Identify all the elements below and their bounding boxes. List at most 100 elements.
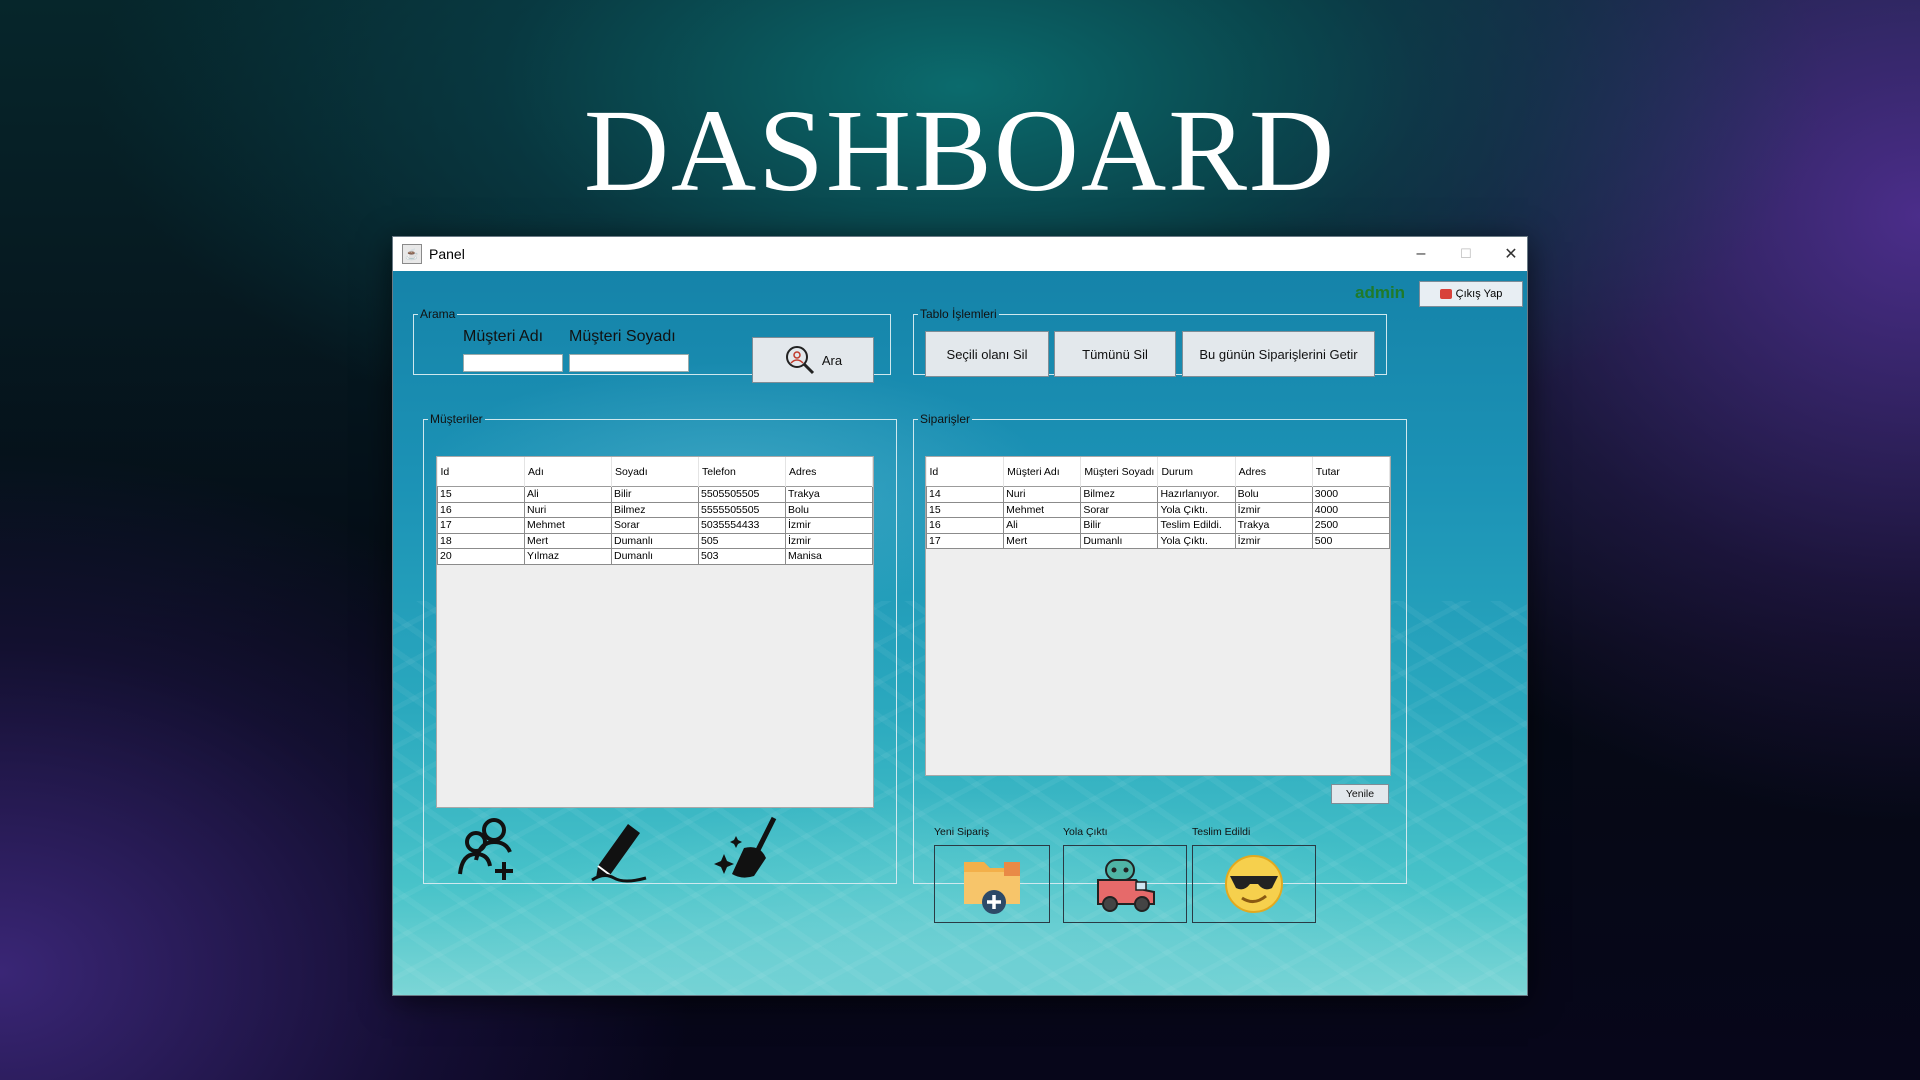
table-cell: Bilir xyxy=(1080,517,1159,534)
table-cell: Trakya xyxy=(1234,517,1313,534)
table-cell: 3000 xyxy=(1311,486,1390,503)
table-row[interactable]: 18 Mert Dumanlı 505 İzmir xyxy=(437,533,873,549)
table-cell: 5505505505 xyxy=(698,486,786,503)
table-cell: 503 xyxy=(698,548,786,565)
orders-col-customer-name[interactable]: Müşteri Adı xyxy=(1003,457,1082,487)
search-icon xyxy=(785,346,814,375)
pencil-icon xyxy=(591,824,647,883)
table-cell: 15 xyxy=(926,502,1005,518)
new-order-button[interactable] xyxy=(934,845,1050,923)
table-cell: Sorar xyxy=(1080,502,1159,518)
table-row[interactable]: 16 Nuri Bilmez 5555505505 Bolu xyxy=(437,502,873,518)
broom-icon xyxy=(714,816,777,878)
orders-table[interactable]: Id Müşteri Adı Müşteri Soyadı Durum Adre… xyxy=(925,456,1391,776)
first-name-label: Müşteri Adı xyxy=(463,328,544,345)
table-cell: Manisa xyxy=(785,548,873,565)
logout-label: Çıkış Yap xyxy=(1455,288,1503,300)
fetch-today-orders-button[interactable]: Bu günün Siparişlerini Getir xyxy=(1182,331,1375,377)
table-cell: Trakya xyxy=(785,486,873,503)
orders-col-amount[interactable]: Tutar xyxy=(1312,457,1390,487)
customers-legend: Müşteriler xyxy=(430,412,483,426)
table-cell: Nuri xyxy=(1003,486,1082,503)
orders-col-id[interactable]: Id xyxy=(926,457,1005,487)
table-cell: 5035554433 xyxy=(698,517,786,534)
folder-add-icon xyxy=(964,862,1020,914)
orders-legend: Siparişler xyxy=(920,412,971,426)
table-cell: Bilmez xyxy=(611,502,699,518)
on-the-way-label: Yola Çıktı xyxy=(1063,826,1108,838)
table-cell: İzmir xyxy=(785,517,873,534)
table-cell: Yola Çıktı. xyxy=(1157,533,1236,549)
window-titlebar[interactable]: ☕ Panel – ☐ ✕ xyxy=(393,237,1527,271)
table-row[interactable]: 15 Ali Bilir 5505505505 Trakya xyxy=(437,486,873,503)
mark-delivered-button[interactable] xyxy=(1192,845,1316,923)
close-button[interactable]: ✕ xyxy=(1483,237,1539,271)
customers-table[interactable]: Id Adı Soyadı Telefon Adres 15 Ali Bilir… xyxy=(436,456,874,808)
table-cell: 17 xyxy=(926,533,1005,549)
last-name-input[interactable] xyxy=(569,354,689,372)
add-user-icon xyxy=(458,818,513,880)
table-cell: 2500 xyxy=(1311,517,1390,534)
exit-icon xyxy=(1439,289,1452,299)
table-cell: Dumanlı xyxy=(611,548,699,565)
table-cell: 505 xyxy=(698,533,786,549)
table-cell: 14 xyxy=(926,486,1005,503)
table-cell: Bolu xyxy=(785,502,873,518)
table-cell: Nuri xyxy=(524,502,612,518)
orders-col-customer-surname[interactable]: Müşteri Soyadı xyxy=(1080,457,1159,487)
first-name-input[interactable] xyxy=(463,354,563,372)
add-customer-button[interactable] xyxy=(449,809,529,889)
refresh-button[interactable]: Yenile xyxy=(1331,784,1389,804)
table-cell: Bolu xyxy=(1234,486,1313,503)
table-row[interactable]: 17 Mehmet Sorar 5035554433 İzmir xyxy=(437,517,873,534)
table-row[interactable]: 17 Mert Dumanlı Yola Çıktı. İzmir 500 xyxy=(926,533,1390,549)
table-row[interactable]: 14 Nuri Bilmez Hazırlanıyor. Bolu 3000 xyxy=(926,486,1390,503)
username-label: admin xyxy=(1355,283,1406,302)
window-title: Panel xyxy=(429,246,465,262)
table-cell: Mehmet xyxy=(1003,502,1082,518)
delete-selected-button[interactable]: Seçili olanı Sil xyxy=(925,331,1049,377)
search-legend: Arama xyxy=(420,307,456,321)
table-cell: Dumanlı xyxy=(611,533,699,549)
table-cell: Bilmez xyxy=(1080,486,1159,503)
table-cell: Yola Çıktı. xyxy=(1157,502,1236,518)
table-cell: Mert xyxy=(524,533,612,549)
table-row[interactable]: 20 Yılmaz Dumanlı 503 Manisa xyxy=(437,548,873,565)
customers-col-id[interactable]: Id xyxy=(437,457,525,487)
table-cell: 16 xyxy=(437,502,525,518)
table-cell: İzmir xyxy=(1234,533,1313,549)
table-row[interactable]: 16 Ali Bilir Teslim Edildi. Trakya 2500 xyxy=(926,517,1390,534)
mark-on-the-way-button[interactable] xyxy=(1063,845,1187,923)
table-cell: Sorar xyxy=(611,517,699,534)
table-cell: 500 xyxy=(1311,533,1390,549)
delete-all-button[interactable]: Tümünü Sil xyxy=(1054,331,1176,377)
table-cell: 17 xyxy=(437,517,525,534)
new-order-label: Yeni Sipariş xyxy=(934,826,990,838)
window-content: admin Çıkış Yap Arama Müşteri Adı Müşter… xyxy=(393,271,1527,995)
table-cell: Mehmet xyxy=(524,517,612,534)
table-row[interactable]: 15 Mehmet Sorar Yola Çıktı. İzmir 4000 xyxy=(926,502,1390,518)
table-cell: Yılmaz xyxy=(524,548,612,565)
logout-button[interactable]: Çıkış Yap xyxy=(1419,281,1523,307)
panel-window: ☕ Panel – ☐ ✕ admin Çıkış Yap Arama Müşt… xyxy=(392,236,1528,996)
edit-customer-button[interactable] xyxy=(579,809,659,889)
clear-fields-button[interactable] xyxy=(709,809,789,889)
table-cell: Teslim Edildi. xyxy=(1157,517,1236,534)
table-cell: Ali xyxy=(1003,517,1082,534)
table-cell: 16 xyxy=(926,517,1005,534)
customers-col-name[interactable]: Adı xyxy=(524,457,612,487)
page-headline: DASHBOARD xyxy=(583,85,1337,216)
customers-col-phone[interactable]: Telefon xyxy=(698,457,786,487)
customers-col-surname[interactable]: Soyadı xyxy=(611,457,699,487)
table-cell: Mert xyxy=(1003,533,1082,549)
last-name-label: Müşteri Soyadı xyxy=(569,328,676,345)
table-cell: Ali xyxy=(524,486,612,503)
orders-col-status[interactable]: Durum xyxy=(1157,457,1236,487)
java-app-icon: ☕ xyxy=(402,244,422,264)
table-cell: 20 xyxy=(437,548,525,565)
search-button[interactable]: Ara xyxy=(752,337,874,383)
table-cell: 5555505505 xyxy=(698,502,786,518)
orders-col-address[interactable]: Adres xyxy=(1235,457,1313,487)
table-cell: Bilir xyxy=(611,486,699,503)
customers-col-address[interactable]: Adres xyxy=(785,457,873,487)
